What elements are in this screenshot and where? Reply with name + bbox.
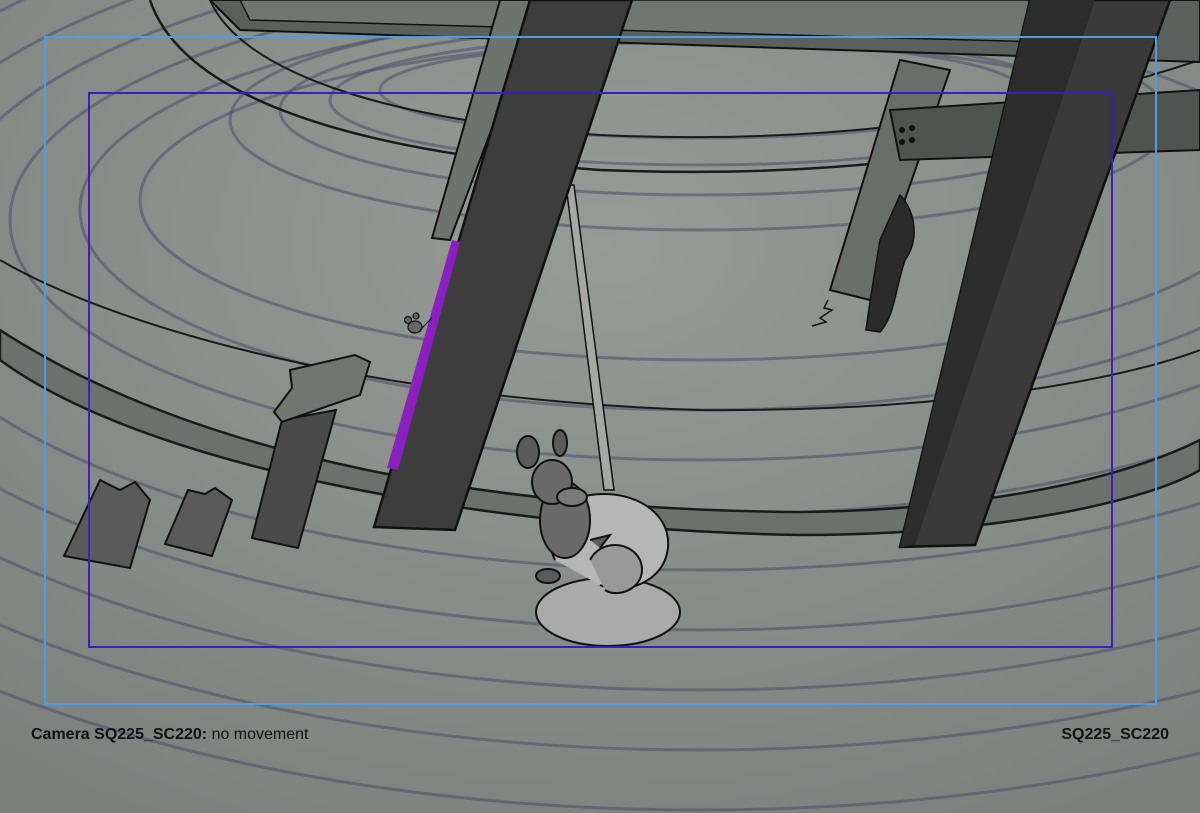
storyboard-panel xyxy=(0,0,1200,813)
shot-id: SQ225_SC220 xyxy=(1061,726,1169,743)
camera-caption: Camera SQ225_SC220: no movement xyxy=(31,726,309,744)
camera-label: Camera SQ225_SC220: xyxy=(31,726,208,743)
camera-note: no movement xyxy=(211,726,309,743)
